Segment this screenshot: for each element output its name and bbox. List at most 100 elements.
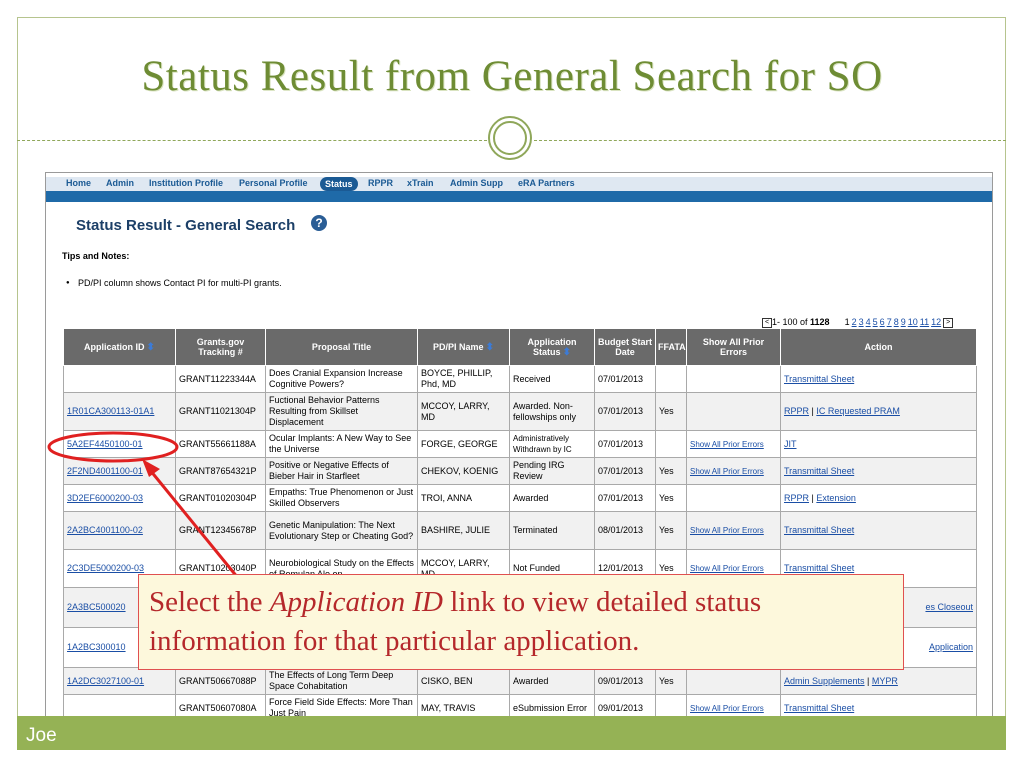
application-id-link[interactable]: 2C3DE5000200-03 bbox=[67, 563, 144, 573]
action-cell: Transmittal Sheet bbox=[780, 365, 977, 393]
nav-personal-profile[interactable]: Personal Profile bbox=[239, 178, 308, 188]
nav-rppr[interactable]: RPPR bbox=[368, 178, 393, 188]
prev-page-icon[interactable]: < bbox=[762, 317, 772, 328]
page-link[interactable]: 12 bbox=[931, 317, 941, 327]
tips-item: PD/PI column shows Contact PI for multi-… bbox=[66, 278, 282, 289]
slide-title: Status Result from General Search for SO bbox=[141, 53, 883, 100]
page-link[interactable]: 8 bbox=[894, 317, 899, 327]
table-row: 5A2EF4450100-01 GRANT55661188A Ocular Im… bbox=[63, 430, 977, 458]
pi-cell: MCCOY, LARRY, MD bbox=[417, 392, 510, 431]
ffata-cell: Yes bbox=[655, 457, 687, 485]
transmittal-sheet-link[interactable]: Transmittal Sheet bbox=[784, 466, 854, 476]
tracking-cell: GRANT12345678P bbox=[175, 511, 266, 550]
tracking-cell: GRANT01020304P bbox=[175, 484, 266, 512]
pager-total: 1128 bbox=[810, 317, 830, 327]
application-id-link[interactable]: 2A3BC500020 bbox=[67, 602, 126, 612]
transmittal-sheet-link[interactable]: Transmittal Sheet bbox=[784, 563, 854, 573]
application-id-link[interactable]: 3D2EF6000200-03 bbox=[67, 493, 143, 503]
ic-requested-pram-link[interactable]: IC Requested PRAM bbox=[816, 406, 900, 416]
application-id-link[interactable]: 1A2DC3027100-01 bbox=[67, 676, 144, 686]
extension-link[interactable]: Extension bbox=[816, 493, 856, 503]
next-page-icon[interactable]: > bbox=[943, 317, 954, 328]
show-all-prior-errors-link[interactable]: Show All Prior Errors bbox=[690, 704, 764, 713]
application-id-link[interactable]: 5A2EF4450100-01 bbox=[67, 439, 143, 449]
application-link[interactable]: Application bbox=[929, 642, 973, 652]
date-cell: 08/01/2013 bbox=[594, 511, 656, 550]
show-all-prior-errors-link[interactable]: Show All Prior Errors bbox=[690, 467, 764, 476]
app-id-cell bbox=[63, 365, 176, 393]
errors-cell bbox=[686, 484, 781, 512]
nav-underbar bbox=[46, 191, 992, 202]
title-cell: The Effects of Long Term Deep Space Coha… bbox=[265, 667, 418, 695]
jit-link[interactable]: JIT bbox=[784, 439, 797, 449]
title-cell: Empaths: True Phenomenon or Just Skilled… bbox=[265, 484, 418, 512]
tips-heading: Tips and Notes: bbox=[62, 251, 130, 261]
page-link[interactable]: 6 bbox=[880, 317, 885, 327]
table-row: GRANT11223344A Does Cranial Expansion In… bbox=[63, 365, 977, 393]
nav-home[interactable]: Home bbox=[66, 178, 91, 188]
sort-icon: ⬍ bbox=[146, 341, 155, 353]
show-all-prior-errors-link[interactable]: Show All Prior Errors bbox=[690, 564, 764, 573]
nav-institution-profile[interactable]: Institution Profile bbox=[149, 178, 223, 188]
col-status[interactable]: Application Status ⬍ bbox=[509, 328, 595, 366]
page-link[interactable]: 11 bbox=[920, 317, 929, 327]
transmittal-sheet-link[interactable]: Transmittal Sheet bbox=[784, 525, 854, 535]
title-cell: Genetic Manipulation: The Next Evolution… bbox=[265, 511, 418, 550]
title-divider-left bbox=[17, 140, 487, 141]
page-title: Status Result - General Search bbox=[76, 217, 296, 234]
closeout-link[interactable]: es Closeout bbox=[925, 602, 973, 612]
mypr-link[interactable]: MYPR bbox=[872, 676, 898, 686]
page-link[interactable]: 9 bbox=[901, 317, 906, 327]
rppr-link[interactable]: RPPR bbox=[784, 406, 809, 416]
show-all-prior-errors-link[interactable]: Show All Prior Errors bbox=[690, 440, 764, 449]
page-link[interactable]: 2 bbox=[852, 317, 857, 327]
rppr-link[interactable]: RPPR bbox=[784, 493, 809, 503]
date-cell: 07/01/2013 bbox=[594, 457, 656, 485]
ffata-cell: Yes bbox=[655, 667, 687, 695]
transmittal-sheet-link[interactable]: Transmittal Sheet bbox=[784, 703, 854, 713]
status-cell: Received bbox=[509, 365, 595, 393]
date-cell: 07/01/2013 bbox=[594, 365, 656, 393]
page-link-current: 1 bbox=[844, 317, 850, 327]
status-cell: Administratively Withdrawn by IC bbox=[509, 430, 595, 458]
show-all-prior-errors-link[interactable]: Show All Prior Errors bbox=[690, 526, 764, 535]
title-cell: Fuctional Behavior Patterns Resulting fr… bbox=[265, 392, 418, 431]
nav-admin-supp[interactable]: Admin Supp bbox=[450, 178, 503, 188]
help-icon[interactable]: ? bbox=[311, 215, 327, 231]
nav-status[interactable]: Status bbox=[320, 177, 358, 191]
nav-admin[interactable]: Admin bbox=[106, 178, 134, 188]
pi-cell: CISKO, BEN bbox=[417, 667, 510, 695]
status-cell: Awarded. Non-fellowships only bbox=[509, 392, 595, 431]
application-id-link[interactable]: 2A2BC4001100-02 bbox=[67, 525, 143, 535]
col-pi-name[interactable]: PD/PI Name ⬍ bbox=[417, 328, 510, 366]
page-link[interactable]: 3 bbox=[859, 317, 864, 327]
table-row: 1A2DC3027100-01 GRANT50667088P The Effec… bbox=[63, 667, 977, 695]
tracking-cell: GRANT11223344A bbox=[175, 365, 266, 393]
table-row: 2F2ND4001100-01 GRANT87654321P Positive … bbox=[63, 457, 977, 485]
nav-xtrain[interactable]: xTrain bbox=[407, 178, 434, 188]
status-cell: Awarded bbox=[509, 484, 595, 512]
status-cell: Awarded bbox=[509, 667, 595, 695]
ffata-cell bbox=[655, 430, 687, 458]
nav-era-partners[interactable]: eRA Partners bbox=[518, 178, 575, 188]
divider-ring-icon bbox=[488, 116, 532, 160]
col-application-id[interactable]: Application ID ⬍ bbox=[63, 328, 176, 366]
admin-supplements-link[interactable]: Admin Supplements bbox=[784, 676, 865, 686]
ffata-cell: Yes bbox=[655, 511, 687, 550]
page-link[interactable]: 4 bbox=[866, 317, 871, 327]
application-id-link[interactable]: 2F2ND4001100-01 bbox=[67, 466, 143, 476]
page-link[interactable]: 10 bbox=[908, 317, 918, 327]
page-link[interactable]: 7 bbox=[887, 317, 892, 327]
pi-cell: FORGE, GEORGE bbox=[417, 430, 510, 458]
col-action: Action bbox=[780, 328, 977, 366]
page-link[interactable]: 5 bbox=[873, 317, 878, 327]
footer-author: Joe bbox=[26, 725, 57, 746]
tracking-cell: GRANT87654321P bbox=[175, 457, 266, 485]
transmittal-sheet-link[interactable]: Transmittal Sheet bbox=[784, 374, 854, 384]
application-id-link[interactable]: 1A2BC300010 bbox=[67, 642, 126, 652]
instruction-callout: Select the Application ID link to view d… bbox=[138, 574, 904, 670]
status-cell: Pending IRG Review bbox=[509, 457, 595, 485]
sort-icon: ⬍ bbox=[485, 341, 494, 353]
ffata-cell: Yes bbox=[655, 392, 687, 431]
application-id-link[interactable]: 1R01CA300113-01A1 bbox=[67, 406, 154, 416]
